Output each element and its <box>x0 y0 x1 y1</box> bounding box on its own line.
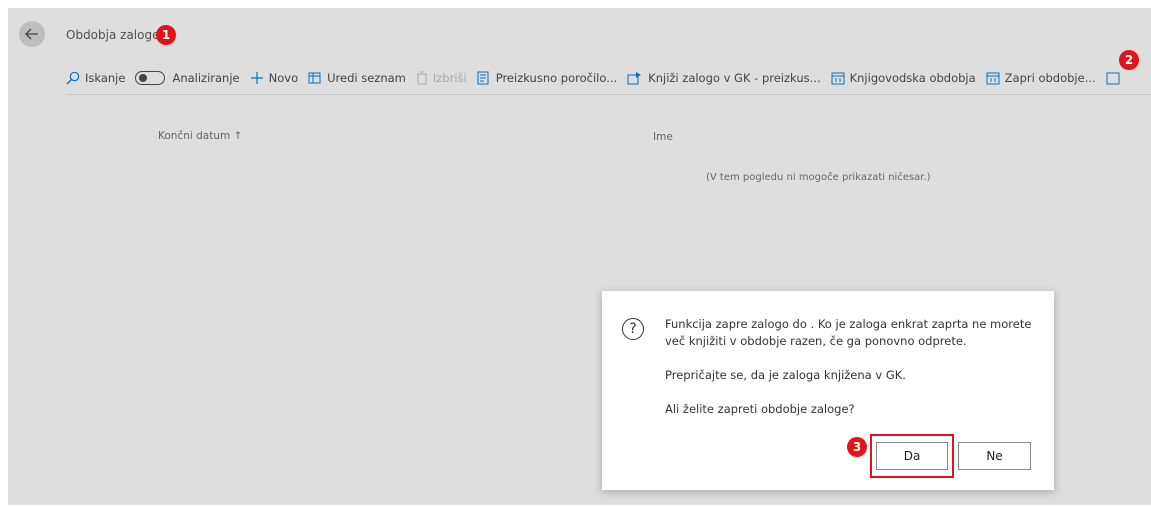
no-button[interactable]: Ne <box>958 442 1031 470</box>
more-actions-button[interactable] <box>1106 71 1125 85</box>
analyze-label: Analiziranje <box>172 71 240 85</box>
page-title: Obdobja zaloge <box>66 28 160 42</box>
test-report-button[interactable]: Preizkusno poročilo... <box>477 71 617 85</box>
dialog-note: Prepričajte se, da je zaloga knjižena v … <box>665 368 906 382</box>
question-icon: ? <box>622 318 644 340</box>
dialog-message: Funkcija zapre zalogo do . Ko je zaloga … <box>665 317 1032 348</box>
calendar-close-icon <box>986 72 1000 85</box>
yes-button[interactable]: Da <box>876 442 948 470</box>
new-label: Novo <box>268 71 299 85</box>
edit-list-button[interactable]: Uredi seznam <box>308 71 406 85</box>
toolbar-divider <box>66 94 1151 95</box>
arrow-left-icon <box>25 28 38 40</box>
delete-label: Izbriši <box>432 71 467 85</box>
confirm-dialog: ? Funkcija zapre zalogo do . Ko je zalog… <box>602 291 1054 490</box>
step-badge-2: 2 <box>1119 50 1139 70</box>
post-icon <box>627 72 642 85</box>
step-badge-1: 1 <box>156 25 176 45</box>
search-button[interactable]: Iskanje <box>66 71 125 85</box>
dialog-question: Ali želite zapreti obdobje zaloge? <box>665 402 855 416</box>
close-period-button[interactable]: Zapri obdobje... <box>986 71 1096 85</box>
accounting-periods-label: Knjigovodska obdobja <box>849 71 976 85</box>
test-report-label: Preizkusno poročilo... <box>495 71 618 85</box>
search-label: Iskanje <box>85 71 126 85</box>
analyze-toggle[interactable]: Analiziranje <box>135 71 240 85</box>
back-button[interactable] <box>19 21 45 47</box>
toggle-switch[interactable] <box>135 71 166 85</box>
column-header-name[interactable]: Ime <box>653 131 673 143</box>
step-badge-3: 3 <box>847 437 867 457</box>
app-window: Obdobja zaloge 1 Iskanje Analiziranje No… <box>8 8 1151 505</box>
post-test-label: Knjiži zalogo v GK - preizkus... <box>648 71 821 85</box>
edit-list-label: Uredi seznam <box>327 71 406 85</box>
new-button[interactable]: Novo <box>250 71 298 85</box>
accounting-periods-button[interactable]: Knjigovodska obdobja <box>831 71 976 85</box>
calendar-icon <box>831 72 845 85</box>
empty-list-message: (V tem pogledu ni mogoče prikazati ničes… <box>706 172 931 183</box>
column-header-end-date[interactable]: Končni datum ↑ <box>158 130 242 142</box>
search-icon <box>66 71 80 85</box>
post-test-button[interactable]: Knjiži zalogo v GK - preizkus... <box>627 71 821 85</box>
report-icon <box>477 71 489 85</box>
trash-icon <box>416 71 427 85</box>
action-toolbar: Iskanje Analiziranje Novo Uredi seznam I… <box>66 67 1151 89</box>
plus-icon <box>250 72 263 84</box>
edit-list-icon <box>308 72 321 84</box>
delete-button[interactable]: Izbriši <box>416 71 467 85</box>
close-period-label: Zapri obdobje... <box>1004 71 1096 85</box>
overflow-icon <box>1106 72 1120 85</box>
